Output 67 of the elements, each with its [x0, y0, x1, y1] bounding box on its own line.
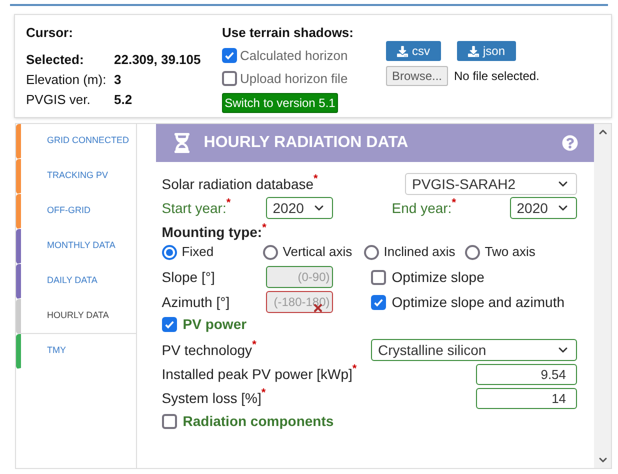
- checkbox[interactable]: [222, 71, 237, 86]
- scrollbar[interactable]: [594, 124, 611, 468]
- required-mark: *: [261, 388, 266, 398]
- checkbox[interactable]: [370, 294, 386, 310]
- help-icon[interactable]: [562, 135, 578, 151]
- checkbox[interactable]: [162, 316, 177, 332]
- radio-button[interactable]: [262, 244, 278, 260]
- field-label: PV technology: [162, 342, 252, 360]
- required-mark: *: [226, 198, 231, 208]
- number-field[interactable]: 14: [476, 388, 578, 408]
- checkbox[interactable]: [370, 270, 386, 284]
- info-value: 22.309, 39.105: [114, 50, 201, 69]
- number-field[interactable]: 9.54: [476, 364, 578, 384]
- radio-button[interactable]: [364, 244, 379, 260]
- dropdown[interactable]: 2020: [510, 197, 577, 219]
- info-value: 3: [114, 70, 122, 89]
- field-label: Mounting type:: [162, 224, 262, 242]
- number-field[interactable]: (-180-180): [266, 291, 333, 313]
- info-label: PVGIS ver.: [26, 90, 92, 109]
- number-field[interactable]: (0-90): [266, 266, 333, 288]
- field-label: Optimize slope and azimuth: [392, 292, 565, 312]
- required-mark: *: [352, 364, 357, 374]
- dropdown[interactable]: PVGIS-SARAH2: [405, 173, 578, 195]
- download-button[interactable]: json: [457, 41, 516, 61]
- field-label: End year:: [392, 200, 452, 218]
- field-label: Inclined axis: [384, 243, 456, 262]
- radio-button[interactable]: [162, 244, 177, 260]
- field-label: Optimize slope: [392, 268, 484, 287]
- checkbox[interactable]: [162, 414, 177, 428]
- field-label: Start year:: [162, 198, 226, 218]
- option-label: Calculated horizon: [240, 46, 348, 65]
- checkmark-icon: [224, 50, 235, 61]
- option-label: Upload horizon file: [240, 70, 348, 88]
- info-value: 5.2: [114, 90, 132, 109]
- required-mark: *: [262, 223, 266, 234]
- info-label: Elevation (m):: [26, 70, 108, 89]
- download-icon: [397, 46, 408, 56]
- download-button[interactable]: csv: [386, 41, 441, 61]
- field-label: Azimuth [°]: [162, 292, 231, 312]
- field-label: PV power: [182, 314, 247, 334]
- required-mark: *: [252, 340, 256, 350]
- radio-button[interactable]: [464, 244, 480, 260]
- field-label: Solar radiation database: [162, 176, 314, 194]
- switch-version-button[interactable]: Switch to version 5.1: [222, 92, 338, 112]
- terrain-title: Use terrain shadows:: [222, 24, 354, 42]
- field-label: Slope [°]: [162, 268, 216, 287]
- file-status: No file selected.: [454, 68, 540, 85]
- checkmark-icon: [164, 318, 175, 330]
- required-mark: *: [314, 174, 318, 184]
- dropdown[interactable]: Crystalline silicon: [371, 339, 578, 361]
- download-icon: [468, 46, 479, 56]
- field-label: Two axis: [484, 243, 536, 262]
- browse-button[interactable]: Browse...: [386, 66, 448, 86]
- field-label: System loss [%]: [162, 388, 262, 408]
- checkmark-icon: [372, 296, 384, 308]
- checkbox[interactable]: [222, 48, 237, 63]
- info-label: Selected:: [26, 50, 85, 69]
- field-label: Fixed: [182, 243, 214, 262]
- field-label: Vertical axis: [282, 243, 352, 262]
- cursor-title: Cursor:: [26, 24, 74, 42]
- sidebar-tab[interactable]: HOURLY DATA: [16, 299, 137, 334]
- required-mark: *: [452, 198, 456, 208]
- dropdown[interactable]: 2020: [266, 197, 333, 219]
- field-label: Installed peak PV power [kWp]: [162, 364, 352, 384]
- hourglass-icon: [172, 133, 192, 153]
- panel-title: HOURLY RADIATION DATA: [204, 133, 408, 153]
- field-label: Radiation components: [182, 412, 334, 431]
